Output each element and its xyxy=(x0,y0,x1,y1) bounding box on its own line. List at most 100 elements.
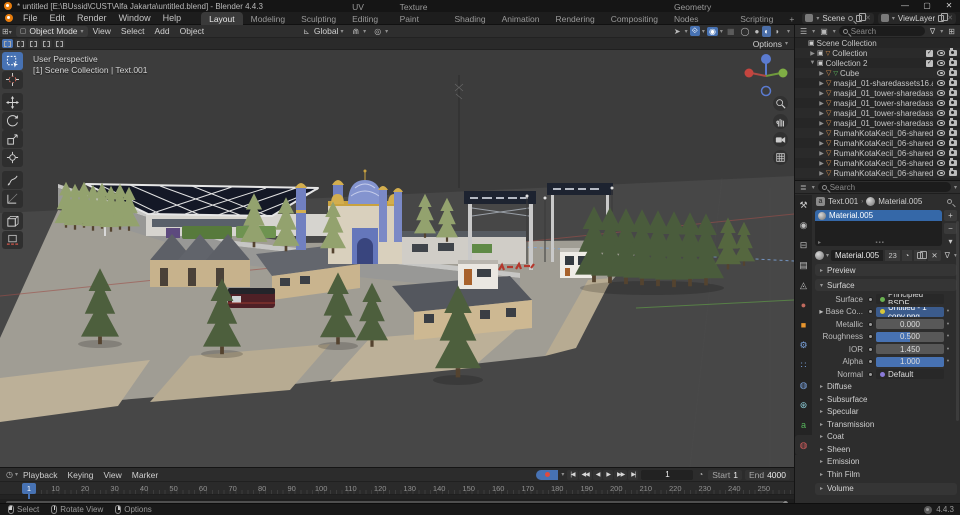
expander-icon[interactable]: ▶ xyxy=(817,160,826,167)
outliner-item-label[interactable]: Collection 2 xyxy=(826,59,922,68)
pin-icon[interactable] xyxy=(848,15,854,21)
outliner-item-label[interactable]: masjid_01_tower-sharedassets1.a xyxy=(833,119,933,128)
disable-render-camera-icon[interactable] xyxy=(949,168,957,176)
properties-tab-modifiers[interactable]: ⚙ xyxy=(795,335,812,355)
3d-viewport-canvas[interactable] xyxy=(0,38,794,467)
tab-texture-paint[interactable]: Texture Paint xyxy=(392,0,447,25)
timeline-menu-playback[interactable]: Playback xyxy=(18,470,63,480)
exclude-checkbox[interactable]: ✓ xyxy=(926,49,933,57)
filter-funnel-icon[interactable]: ∇ xyxy=(928,27,937,36)
outliner-row[interactable]: ▶▽RumahKotaKecil_06-sharedasset xyxy=(795,158,960,168)
prev-keyframe-button[interactable]: ◀◀ xyxy=(578,469,592,480)
properties-tab-material[interactable]: ◍ xyxy=(795,435,812,455)
hide-eye-icon[interactable] xyxy=(937,110,945,116)
transform-tool[interactable] xyxy=(2,148,23,167)
section-sheen[interactable]: ▸ Sheen xyxy=(812,443,960,456)
properties-tab-object[interactable]: ■ xyxy=(795,315,812,335)
outliner-item-label[interactable]: RumahKotaKecil_06-sharedasset xyxy=(833,129,933,138)
expander-icon[interactable]: ▶ xyxy=(808,50,817,57)
scale-tool[interactable] xyxy=(2,130,23,148)
disable-render-camera-icon[interactable] xyxy=(949,78,957,86)
tab-modeling[interactable]: Modeling xyxy=(243,12,294,25)
pin-id-icon[interactable] xyxy=(947,199,952,204)
disable-render-camera-icon[interactable] xyxy=(949,128,957,136)
disable-render-camera-icon[interactable] xyxy=(949,108,957,116)
menu-file[interactable]: File xyxy=(17,12,44,25)
shading-rendered-icon[interactable]: ◑ xyxy=(772,26,781,37)
orientation-dropdown[interactable]: Global xyxy=(314,26,339,36)
maximize-button[interactable]: ▢ xyxy=(916,0,938,12)
disable-render-camera-icon[interactable] xyxy=(949,68,957,76)
viewport-menu-view[interactable]: View xyxy=(88,26,116,36)
browse-material-icon[interactable] xyxy=(815,251,824,260)
measure-tool[interactable] xyxy=(2,189,23,208)
frame-start-field[interactable]: Start 1 xyxy=(708,469,742,480)
surface-panel-header[interactable]: ▾ Surface xyxy=(815,279,957,291)
proportional-edit-icon[interactable]: ◎ xyxy=(372,27,383,36)
overlays-toggle-icon[interactable]: ◉ xyxy=(706,26,718,36)
property-field[interactable]: 0.000 xyxy=(876,319,944,330)
outliner-item-label[interactable]: Scene Collection xyxy=(817,39,957,48)
properties-search-input[interactable]: Search xyxy=(817,182,951,192)
expander-icon[interactable]: ▶ xyxy=(817,100,826,107)
disable-render-camera-icon[interactable] xyxy=(949,138,957,146)
tab-compositing[interactable]: Compositing xyxy=(603,12,666,25)
current-frame-field[interactable]: 1 xyxy=(641,469,694,480)
section-subsurface[interactable]: ▸ Subsurface xyxy=(812,393,960,406)
editor-type-button[interactable]: ⊞▾ xyxy=(0,27,14,36)
outliner-search-input[interactable]: Search xyxy=(838,26,925,36)
timeline-editor-icon[interactable]: ◷ xyxy=(4,470,15,479)
select-mode-subtract-button[interactable] xyxy=(28,39,39,48)
properties-tab-view-layer[interactable]: ▤ xyxy=(795,255,812,275)
pan-hand-icon[interactable] xyxy=(773,114,788,129)
disable-render-camera-icon[interactable] xyxy=(949,98,957,106)
hide-eye-icon[interactable] xyxy=(937,100,945,106)
unlink-scene-icon[interactable]: ✕ xyxy=(865,14,871,22)
select-box-tool[interactable] xyxy=(2,52,23,70)
display-mode-icon[interactable]: ☰ xyxy=(798,27,809,36)
xray-toggle-icon[interactable]: ▦ xyxy=(725,27,737,36)
hide-eye-icon[interactable] xyxy=(937,70,945,76)
add-cube-tool[interactable] xyxy=(2,212,23,230)
outliner-row[interactable]: ▣ Scene Collection xyxy=(795,38,960,48)
select-mode-invert-button[interactable] xyxy=(41,39,52,48)
tab-shading[interactable]: Shading xyxy=(446,12,493,25)
close-button[interactable]: ✕ xyxy=(938,0,960,12)
tab-layout[interactable]: Layout xyxy=(201,11,243,25)
select-mode-extend-button[interactable] xyxy=(15,39,26,48)
use-preview-range-icon[interactable]: ◔ xyxy=(696,470,705,479)
outliner-row[interactable]: ▶▽RumahKotaKecil_06-sharedasset xyxy=(795,148,960,158)
property-field[interactable]: Untitled - 1 copy.png... xyxy=(876,306,944,317)
viewport-menu-add[interactable]: Add xyxy=(149,26,174,36)
resize-grip[interactable]: ▪▪▪ xyxy=(875,240,884,246)
properties-tab-world[interactable]: ● xyxy=(795,295,812,315)
new-scene-icon[interactable] xyxy=(856,13,866,22)
rotate-tool[interactable] xyxy=(2,111,23,130)
outliner-item-label[interactable]: Cube xyxy=(840,69,933,78)
users-count-button[interactable]: 23 xyxy=(885,250,900,261)
volume-panel-header[interactable]: ▸ Volume xyxy=(815,482,957,495)
selectability-filter-icon[interactable]: ➤ xyxy=(672,27,683,36)
expander-icon[interactable]: ▼ xyxy=(808,60,817,66)
properties-tab-render[interactable]: ◉ xyxy=(795,215,812,235)
outliner-item-label[interactable]: masjid_01_tower-sharedassets1.a xyxy=(833,109,933,118)
hide-eye-icon[interactable] xyxy=(937,140,945,146)
outliner-item-label[interactable]: masjid_01_tower-sharedassets1.a xyxy=(833,99,933,108)
outliner-row[interactable]: ▶ ▽ ▽ Cube xyxy=(795,68,960,78)
snap-magnet-icon[interactable]: ⋒ xyxy=(350,27,361,36)
exclude-checkbox[interactable]: ✓ xyxy=(926,59,933,67)
jump-end-button[interactable]: ▶| xyxy=(628,469,639,480)
outliner-row[interactable]: ▶▽RumahKotaKecil_06-sharedasset xyxy=(795,168,960,178)
ortho-grid-icon[interactable] xyxy=(773,150,788,165)
property-field[interactable]: Principled BSDF xyxy=(876,294,944,305)
property-field[interactable]: 1.000 xyxy=(876,356,944,367)
tab-rendering[interactable]: Rendering xyxy=(547,12,602,25)
menu-help[interactable]: Help xyxy=(157,12,188,25)
add-workspace-button[interactable]: + xyxy=(781,12,802,25)
disable-render-camera-icon[interactable] xyxy=(949,58,957,66)
timeline-menu-marker[interactable]: Marker xyxy=(127,470,163,480)
blender-menu-button[interactable] xyxy=(5,14,13,22)
disable-render-camera-icon[interactable] xyxy=(949,48,957,56)
properties-scrollbar[interactable] xyxy=(956,221,959,421)
pivot-icon[interactable]: ⊾ xyxy=(301,27,312,36)
